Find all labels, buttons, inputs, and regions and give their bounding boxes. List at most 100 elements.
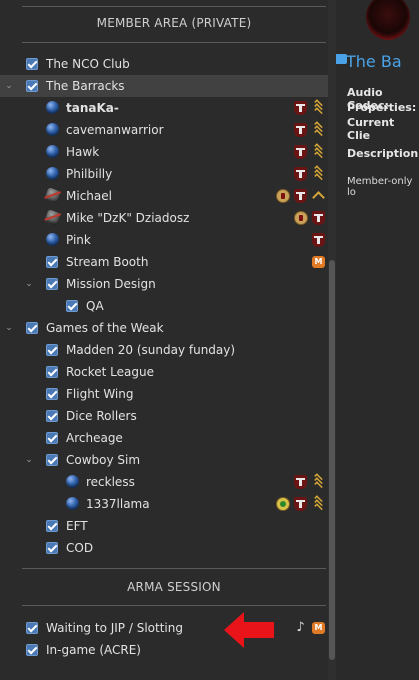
muted-speaker-icon	[44, 209, 61, 226]
client-status-icon	[46, 101, 59, 114]
channel-rocket-league[interactable]: Rocket League	[0, 361, 328, 383]
expand-chevron-icon[interactable]: ⌄	[4, 317, 14, 339]
channel-archeage[interactable]: Archeage	[0, 427, 328, 449]
client-status-icon	[66, 475, 79, 488]
channel-cod[interactable]: COD	[0, 537, 328, 559]
coin-badge-icon	[276, 189, 290, 203]
client-status-icon	[66, 497, 79, 510]
cross-badge-icon	[294, 189, 307, 203]
channel-waiting-to-jip-slotting[interactable]: Waiting to JIP / Slotting M ♪	[0, 617, 328, 639]
expand-chevron-icon[interactable]: ⌄	[24, 273, 34, 295]
client-cavemanwarrior[interactable]: cavemanwarrior	[0, 119, 328, 141]
client-reckless[interactable]: reckless	[0, 471, 328, 493]
channel-name: Archeage	[66, 431, 123, 445]
client-status-icon	[46, 233, 59, 246]
channel-name: Stream Booth	[66, 255, 149, 269]
channel-name: Flight Wing	[66, 387, 134, 401]
music-note-icon: ♪	[296, 620, 305, 635]
sergeant-chevrons-icon	[312, 99, 325, 116]
client-mike-dzk-dziadosz[interactable]: Mike "DzK" Dziadosz	[0, 207, 328, 229]
client-name: Mike "DzK" Dziadosz	[66, 211, 190, 225]
channel-checkbox-icon	[46, 432, 58, 444]
channel-games-of-the-weak[interactable]: ⌄ Games of the Weak	[0, 317, 328, 339]
muted-speaker-icon	[44, 187, 61, 204]
cross-badge-icon	[312, 211, 325, 225]
cross-badge-icon	[294, 475, 307, 489]
scrollbar-thumb[interactable]	[329, 260, 335, 660]
tree-scrollbar[interactable]	[328, 0, 336, 680]
channel-checkbox-icon	[46, 454, 58, 466]
cross-badge-icon	[294, 167, 307, 181]
channel-in-game-acre[interactable]: In-game (ACRE)	[0, 639, 328, 661]
section-member-area-header: MEMBER AREA (PRIVATE)	[96, 16, 252, 30]
sergeant-chevrons-icon	[312, 121, 325, 138]
client-status-icon	[46, 123, 59, 136]
channel-dice-rollers[interactable]: Dice Rollers	[0, 405, 328, 427]
moderated-icon: M	[312, 256, 325, 268]
channel-name: The Barracks	[46, 79, 125, 93]
channel-madden-20-sunday-funday[interactable]: Madden 20 (sunday funday)	[0, 339, 328, 361]
channel-checkbox-icon	[46, 344, 58, 356]
sergeant-chevrons-icon	[312, 143, 325, 160]
sergeant-chevrons-icon	[312, 495, 325, 512]
channel-the-barracks[interactable]: ⌄ The Barracks	[0, 75, 328, 97]
channel-title: The Ba	[346, 52, 402, 71]
description-text: Member-only lo	[347, 176, 413, 198]
channel-checkbox-icon	[46, 520, 58, 532]
description-label: Description:	[347, 147, 419, 160]
channel-name: Games of the Weak	[46, 321, 164, 335]
client-pink[interactable]: Pink	[0, 229, 328, 251]
divider	[22, 605, 326, 606]
client-michael[interactable]: Michael	[0, 185, 328, 207]
channel-checkbox-icon	[46, 366, 58, 378]
client-name: Michael	[66, 189, 112, 203]
client-tanaka[interactable]: tanaKa-	[0, 97, 328, 119]
coin-badge-icon	[294, 211, 308, 225]
private-chevron-icon	[312, 189, 325, 204]
channel-name: Madden 20 (sunday funday)	[66, 343, 236, 357]
cross-badge-icon	[294, 145, 307, 159]
properties-label: Properties:	[347, 101, 417, 114]
channel-checkbox-icon	[46, 278, 58, 290]
expand-chevron-icon[interactable]: ⌄	[4, 75, 14, 97]
channel-stream-booth[interactable]: Stream Booth M	[0, 251, 328, 273]
client-name: cavemanwarrior	[66, 123, 164, 137]
client-name: tanaKa-	[66, 101, 119, 115]
channel-eft[interactable]: EFT	[0, 515, 328, 537]
client-name: reckless	[86, 475, 135, 489]
channel-checkbox-icon	[46, 542, 58, 554]
client-1337llama[interactable]: 1337llama	[0, 493, 328, 515]
channel-name: Dice Rollers	[66, 409, 137, 423]
cross-badge-icon	[294, 123, 307, 137]
channel-checkbox-icon	[26, 644, 38, 656]
channel-tree: MEMBER AREA (PRIVATE) The NCO Club ⌄ The B…	[0, 0, 328, 680]
moderated-icon: M	[312, 622, 325, 634]
channel-checkbox-icon	[26, 622, 38, 634]
client-name: Hawk	[66, 145, 100, 159]
cross-badge-icon	[294, 101, 307, 115]
client-name: Pink	[66, 233, 91, 247]
channel-name: COD	[66, 541, 94, 555]
channel-name: Rocket League	[66, 365, 154, 379]
channel-name: Cowboy Sim	[66, 453, 141, 467]
channel-cowboy-sim[interactable]: ⌄ Cowboy Sim	[0, 449, 328, 471]
channel-checkbox-icon	[26, 58, 38, 70]
section-arma-session-header: ARMA SESSION	[127, 580, 221, 594]
server-logo	[366, 0, 410, 40]
channel-checkbox-icon	[26, 80, 38, 92]
channel-name: EFT	[66, 519, 88, 533]
channel-checkbox-icon	[46, 256, 58, 268]
channel-info-panel: The Ba Audio Codec: Properties: Current …	[336, 0, 419, 680]
channel-qa[interactable]: QA	[0, 295, 328, 317]
client-status-icon	[46, 145, 59, 158]
current-clients-label: Current Clie	[347, 116, 395, 142]
channel-checkbox-icon	[66, 300, 78, 312]
expand-chevron-icon[interactable]: ⌄	[24, 449, 34, 471]
client-philbilly[interactable]: Philbilly	[0, 163, 328, 185]
channel-flight-wing[interactable]: Flight Wing	[0, 383, 328, 405]
channel-the-nco-club[interactable]: The NCO Club	[0, 53, 328, 75]
channel-mission-design[interactable]: ⌄ Mission Design	[0, 273, 328, 295]
client-hawk[interactable]: Hawk	[0, 141, 328, 163]
divider	[22, 568, 326, 569]
channel-checkbox-icon	[26, 322, 38, 334]
